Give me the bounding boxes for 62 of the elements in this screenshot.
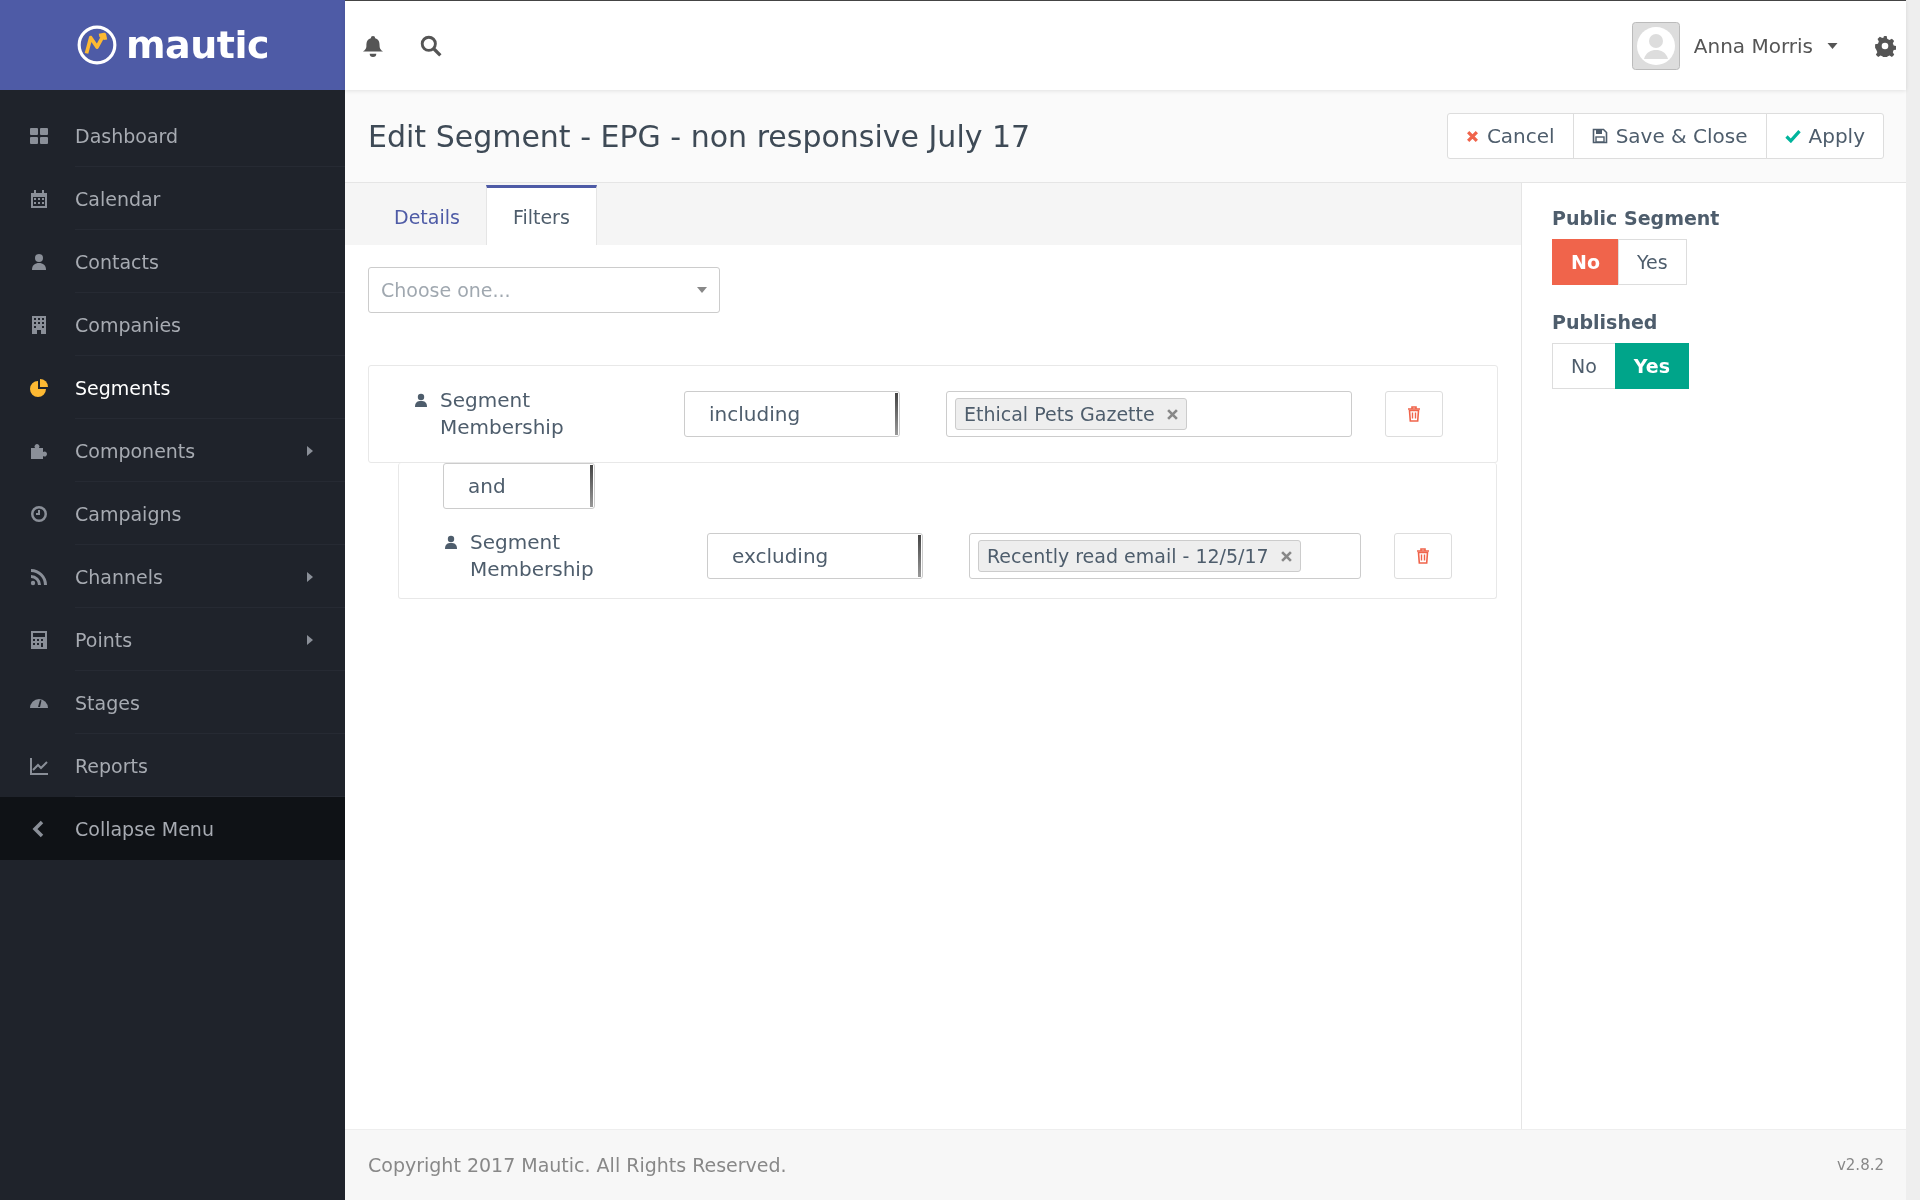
tab[interactable]: Filters bbox=[485, 185, 597, 245]
calendar-icon bbox=[29, 188, 49, 209]
filter-name: Segment Membership bbox=[440, 387, 565, 441]
search-icon[interactable] bbox=[420, 34, 442, 57]
sidebar-item[interactable]: Dashboard bbox=[0, 104, 345, 167]
close-icon bbox=[1465, 129, 1479, 143]
remove-icon[interactable] bbox=[1280, 550, 1292, 562]
settings-icon[interactable] bbox=[1874, 34, 1896, 57]
sidebar-item[interactable]: Segments bbox=[0, 356, 345, 419]
gauge-icon bbox=[29, 697, 49, 708]
value-tag: Recently read email - 12/5/17 bbox=[978, 540, 1301, 572]
sidebar-item[interactable]: Components bbox=[0, 419, 345, 482]
apply-button[interactable]: Apply bbox=[1765, 113, 1884, 159]
cancel-button[interactable]: Cancel bbox=[1446, 113, 1574, 159]
sidebar-item[interactable]: Calendar bbox=[0, 167, 345, 230]
value-tag: Ethical Pets Gazette bbox=[955, 398, 1187, 430]
sidebar-item[interactable]: Points bbox=[0, 608, 345, 671]
value-field[interactable]: Ethical Pets Gazette bbox=[946, 391, 1352, 437]
filter-name: Segment Membership bbox=[470, 529, 595, 583]
glue-select[interactable]: and bbox=[443, 463, 595, 509]
version-text: v2.8.2 bbox=[1836, 1156, 1884, 1174]
rss-icon bbox=[29, 566, 49, 587]
calculator-icon bbox=[29, 629, 49, 650]
value-field[interactable]: Recently read email - 12/5/17 bbox=[969, 533, 1361, 579]
user-icon bbox=[444, 535, 458, 549]
sidebar-item[interactable]: Companies bbox=[0, 293, 345, 356]
user-icon bbox=[29, 251, 49, 272]
sidebar-item[interactable]: Campaigns bbox=[0, 482, 345, 545]
copyright-text: Copyright 2017 Mautic. All Rights Reserved. bbox=[368, 1154, 787, 1176]
line-chart-icon bbox=[29, 755, 49, 776]
pie-chart-icon bbox=[29, 377, 49, 398]
collapse-menu-item[interactable]: Collapse Menu bbox=[0, 797, 345, 860]
tab[interactable]: Details bbox=[368, 185, 486, 245]
grid-icon bbox=[29, 125, 49, 146]
delete-button[interactable] bbox=[1385, 391, 1443, 437]
setting-label: Published bbox=[1552, 311, 1659, 333]
toggle-option[interactable]: No bbox=[1552, 343, 1616, 389]
trash-icon bbox=[1407, 406, 1421, 422]
operator-select[interactable]: including bbox=[684, 391, 900, 437]
bell-icon[interactable] bbox=[362, 34, 384, 57]
remove-icon[interactable] bbox=[1166, 408, 1178, 420]
toggle-option[interactable]: Yes bbox=[1617, 239, 1687, 285]
user-icon bbox=[414, 393, 428, 407]
clock-icon bbox=[29, 503, 49, 524]
caret-icon bbox=[697, 287, 707, 293]
checkmark-icon bbox=[1784, 129, 1801, 143]
page-title: Edit Segment - EPG - non responsive July 17 bbox=[368, 118, 1032, 154]
sidebar-item[interactable]: Stages bbox=[0, 671, 345, 734]
avatar-icon bbox=[1631, 21, 1680, 70]
sidebar-item[interactable]: Channels bbox=[0, 545, 345, 608]
brand-name: mautic bbox=[126, 23, 269, 67]
setting-label: Public Segment bbox=[1552, 207, 1721, 229]
operator-select[interactable]: excluding bbox=[707, 533, 923, 579]
sidebar-item[interactable]: Contacts bbox=[0, 230, 345, 293]
sidebar-item[interactable]: Reports bbox=[0, 734, 345, 797]
caret-icon bbox=[1827, 42, 1838, 49]
trash-icon bbox=[1416, 548, 1430, 564]
save-button[interactable]: Save & Close bbox=[1572, 113, 1767, 159]
delete-button[interactable] bbox=[1394, 533, 1452, 579]
logo-icon bbox=[76, 24, 118, 66]
building-icon bbox=[29, 314, 49, 335]
user-menu[interactable]: Anna Morris bbox=[1631, 21, 1838, 70]
